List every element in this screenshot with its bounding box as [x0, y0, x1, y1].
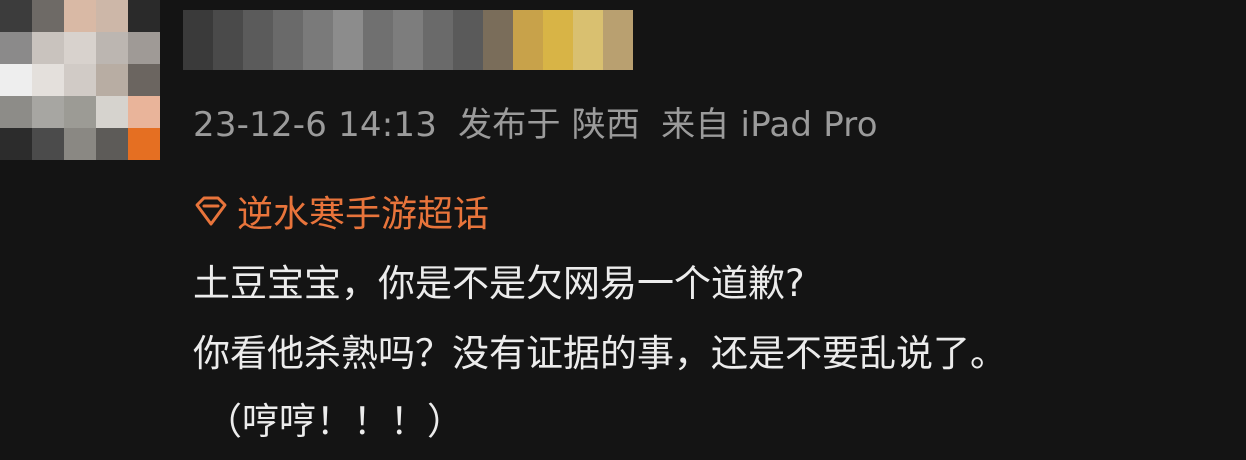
avatar[interactable] — [0, 0, 160, 160]
username-mosaic-cell — [363, 10, 393, 70]
topic-link[interactable]: 逆水寒手游超话 — [193, 183, 489, 239]
avatar-mosaic-cell — [128, 64, 160, 96]
username-mosaic-cell — [603, 10, 633, 70]
username-mosaic-cell — [273, 10, 303, 70]
avatar-mosaic-cell — [128, 96, 160, 128]
avatar-mosaic-cell — [64, 128, 96, 160]
avatar-mosaic-cell — [64, 32, 96, 64]
username-mosaic-cell — [513, 10, 543, 70]
avatar-mosaic-cell — [32, 128, 64, 160]
avatar-mosaic-cell — [32, 64, 64, 96]
post-device: 来自 iPad Pro — [661, 105, 878, 145]
avatar-mosaic-cell — [0, 0, 32, 32]
post-meta: 23-12-6 14:13 发布于 陕西 来自 iPad Pro — [193, 100, 888, 150]
username-mosaic-cell — [453, 10, 483, 70]
username-mosaic-cell — [333, 10, 363, 70]
avatar-mosaic-cell — [128, 128, 160, 160]
avatar-mosaic-cell — [96, 0, 128, 32]
username-mosaic-cell — [423, 10, 453, 70]
username-mosaic-cell — [573, 10, 603, 70]
post-content-line: （哼哼！！！） — [205, 400, 464, 443]
avatar-mosaic-cell — [0, 96, 32, 128]
username-mosaic-cell — [183, 10, 213, 70]
post-time: 23-12-6 14:13 — [193, 105, 438, 145]
avatar-mosaic-cell — [128, 32, 160, 64]
avatar-mosaic-cell — [128, 0, 160, 32]
avatar-mosaic-cell — [0, 64, 32, 96]
avatar-mosaic-cell — [32, 32, 64, 64]
username-pixelated[interactable] — [183, 10, 633, 70]
avatar-mosaic-cell — [64, 96, 96, 128]
topic-label: 逆水寒手游超话 — [237, 194, 490, 235]
avatar-mosaic-cell — [32, 96, 64, 128]
diamond-icon — [195, 196, 227, 226]
avatar-mosaic-cell — [96, 128, 128, 160]
username-mosaic-cell — [243, 10, 273, 70]
avatar-mosaic-cell — [96, 96, 128, 128]
username-mosaic-cell — [393, 10, 423, 70]
avatar-mosaic-cell — [64, 64, 96, 96]
username-mosaic-cell — [483, 10, 513, 70]
post-content-line: 你看他杀熟吗？没有证据的事，还是不要乱说了。 — [193, 332, 1007, 375]
post-content-line: 土豆宝宝，你是不是欠网易一个道歉? — [193, 262, 805, 305]
username-mosaic-cell — [303, 10, 333, 70]
avatar-mosaic-cell — [96, 32, 128, 64]
username-mosaic-cell — [543, 10, 573, 70]
avatar-mosaic-cell — [0, 128, 32, 160]
avatar-mosaic-cell — [32, 0, 64, 32]
avatar-mosaic-cell — [64, 0, 96, 32]
avatar-mosaic-cell — [96, 64, 128, 96]
post-location: 发布于 陕西 — [458, 105, 641, 145]
username-mosaic-cell — [213, 10, 243, 70]
avatar-mosaic-cell — [0, 32, 32, 64]
